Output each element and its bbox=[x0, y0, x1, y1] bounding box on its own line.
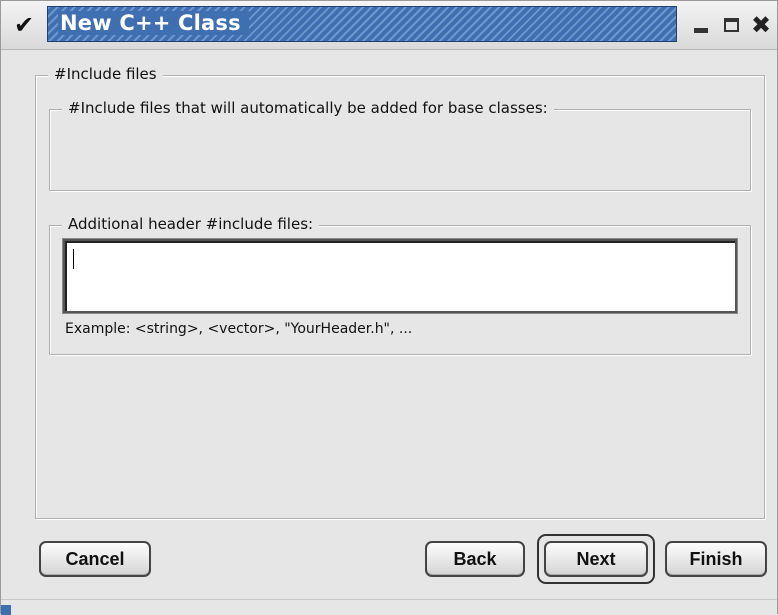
title-bar: ✔ New C++ Class ✖ bbox=[1, 1, 777, 50]
bottom-edge bbox=[1, 599, 777, 614]
maximize-button[interactable] bbox=[715, 9, 747, 41]
window-menu-button[interactable]: ✔ bbox=[7, 8, 41, 42]
close-icon: ✖ bbox=[750, 11, 772, 39]
minimize-icon bbox=[694, 27, 708, 33]
window-title: New C++ Class bbox=[58, 11, 249, 35]
minimize-button[interactable] bbox=[685, 9, 717, 41]
text-caret bbox=[73, 249, 74, 269]
additional-includes-input[interactable] bbox=[63, 239, 737, 313]
cancel-button[interactable]: Cancel bbox=[39, 541, 151, 577]
include-files-legend: #Include files bbox=[48, 65, 163, 83]
example-hint: Example: <string>, <vector>, "YourHeader… bbox=[65, 321, 413, 337]
finish-button[interactable]: Finish bbox=[665, 541, 767, 577]
additional-includes-legend: Additional header #include files: bbox=[62, 215, 320, 233]
chevron-down-icon: ✔ bbox=[13, 11, 35, 39]
maximize-icon bbox=[723, 18, 739, 32]
back-button[interactable]: Back bbox=[425, 541, 525, 577]
next-button[interactable]: Next bbox=[544, 541, 648, 577]
close-button[interactable]: ✖ bbox=[745, 9, 777, 41]
base-class-includes-legend: #Include files that will automatically b… bbox=[62, 99, 554, 117]
title-strip[interactable]: New C++ Class bbox=[47, 6, 677, 42]
base-class-includes-group: #Include files that will automatically b… bbox=[49, 99, 751, 191]
new-cpp-class-dialog: ✔ New C++ Class ✖ #Include files #Includ… bbox=[0, 0, 778, 615]
